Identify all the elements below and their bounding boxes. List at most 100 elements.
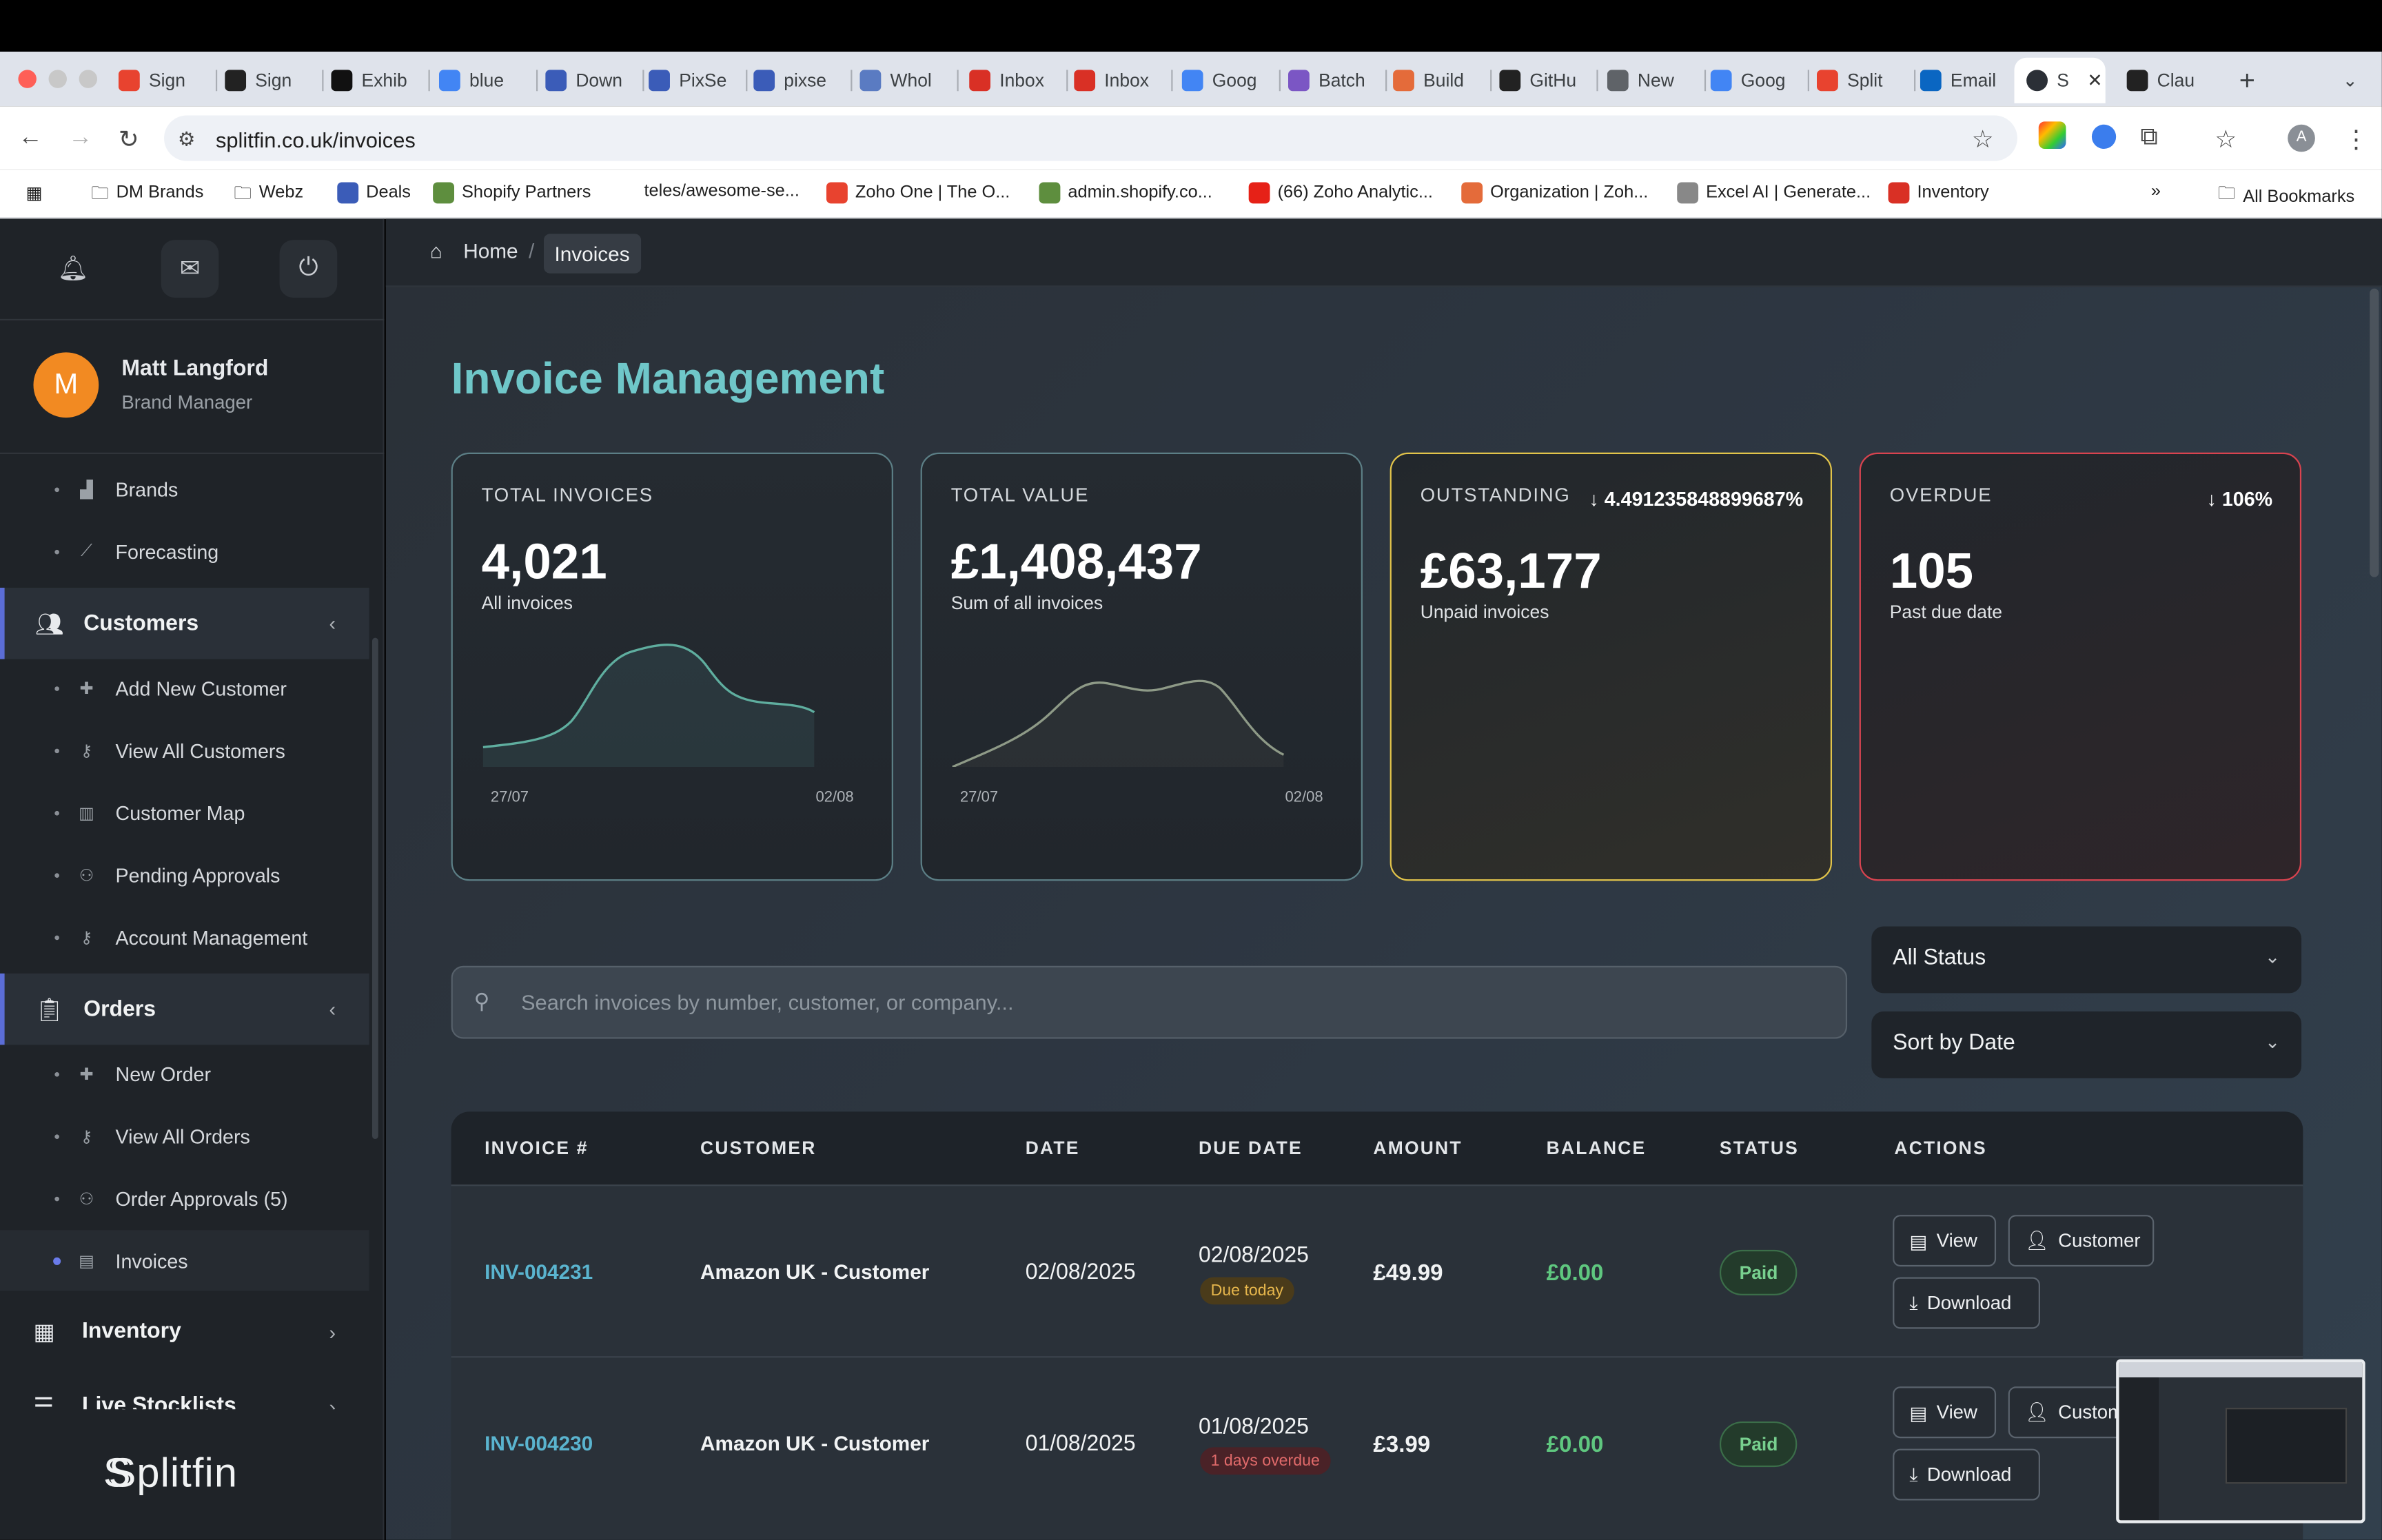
browser-tab[interactable]: Email: [1920, 61, 2005, 100]
browser-tab[interactable]: Exhib: [331, 61, 416, 100]
tab-favicon-icon: [1181, 70, 1203, 92]
sidebar-item-forecasting[interactable]: ⟋ Forecasting: [0, 521, 369, 582]
download-button[interactable]: ⤓ Download: [1893, 1277, 2040, 1329]
search-input[interactable]: ⚲ Search invoices by number, customer, o…: [451, 965, 1848, 1039]
maximize-window-icon[interactable]: [79, 70, 98, 88]
tab-active[interactable]: S ✕: [2014, 57, 2106, 103]
address-bar[interactable]: [164, 115, 2017, 161]
bell-icon[interactable]: 🔔︎: [44, 240, 102, 298]
bookmark-item[interactable]: 🗀 Webz: [234, 182, 303, 204]
splitfin-favicon-icon: [2026, 70, 2048, 92]
sidebar-item-new-order[interactable]: ✚ New Order: [0, 1043, 369, 1104]
view-button[interactable]: ▤ View: [1893, 1386, 1997, 1439]
sparkline-total-value: [952, 679, 1285, 768]
sidebar-item-customer-map[interactable]: ▥ Customer Map: [0, 782, 369, 843]
bookmark-item[interactable]: Zoho One | The O...: [826, 182, 1010, 204]
bookmark-item[interactable]: 🗀 DM Brands: [91, 182, 203, 204]
sidebar-section-inventory[interactable]: ▦ Inventory ›: [0, 1298, 369, 1365]
screenshot-thumbnail[interactable]: [2116, 1359, 2365, 1523]
browser-tab[interactable]: Sign: [118, 61, 203, 100]
minimize-window-icon[interactable]: [48, 70, 67, 88]
bookmarks-star-icon[interactable]: ☆: [2215, 125, 2237, 155]
customer-button[interactable]: 👤︎ Customer: [2008, 1215, 2155, 1267]
bookmark-item[interactable]: Deals: [337, 182, 411, 204]
browser-tab[interactable]: New: [1607, 61, 1692, 100]
bookmark-item[interactable]: Inventory: [1888, 182, 1989, 204]
card-value: £1,408,437: [950, 533, 1202, 590]
window-controls[interactable]: [18, 70, 98, 88]
sidebar-item-view-all-orders[interactable]: ⚷ View All Orders: [0, 1106, 369, 1167]
browser-tab[interactable]: Inbox: [969, 61, 1054, 100]
sidebar-section-live-stocklists[interactable]: ☰ Live Stocklists ›: [0, 1373, 369, 1409]
site-info-icon[interactable]: ⚙: [178, 127, 196, 152]
more-bookmarks-icon[interactable]: »: [2151, 182, 2161, 200]
breadcrumb-home[interactable]: Home: [463, 240, 518, 263]
new-tab-icon[interactable]: +: [2239, 61, 2255, 100]
column-header[interactable]: CUSTOMER: [700, 1138, 817, 1159]
browser-tab[interactable]: Build: [1393, 61, 1478, 100]
all-bookmarks[interactable]: 🗀 All Bookmarks: [2218, 182, 2354, 211]
sidebar-item-account-management[interactable]: ⚷ Account Management: [0, 907, 369, 967]
browser-tab[interactable]: GitHu: [1499, 61, 1584, 100]
menu-kebab-icon[interactable]: ⋮: [2344, 125, 2368, 155]
bookmark-star-icon[interactable]: ☆: [1972, 125, 1994, 155]
page-scrollbar[interactable]: [2370, 288, 2379, 577]
sidebar-item-brands[interactable]: ▟ Brands: [0, 459, 369, 520]
bookmark-item[interactable]: Organization | Zoh...: [1461, 182, 1648, 204]
sidebar-scrollbar[interactable]: [371, 637, 378, 1139]
bookmark-item[interactable]: teles/awesome-se...: [644, 182, 799, 200]
reload-icon[interactable]: ↻: [119, 125, 139, 155]
column-header[interactable]: DATE: [1026, 1138, 1080, 1159]
browser-tab[interactable]: Clau: [2126, 61, 2194, 100]
browser-tab[interactable]: Batch: [1287, 61, 1373, 100]
column-header[interactable]: INVOICE #: [485, 1138, 589, 1159]
column-header[interactable]: STATUS: [1720, 1138, 1799, 1159]
home-icon[interactable]: ⌂: [430, 240, 442, 263]
sidebar-item-order-approvals[interactable]: ⚇ Order Approvals (5): [0, 1168, 369, 1229]
column-header[interactable]: AMOUNT: [1373, 1138, 1462, 1159]
power-icon[interactable]: ⏻: [279, 240, 338, 298]
column-header[interactable]: DUE DATE: [1199, 1138, 1303, 1159]
forward-icon[interactable]: →: [68, 125, 92, 152]
bookmark-item[interactable]: (66) Zoho Analytic...: [1248, 182, 1433, 204]
tab-search-icon[interactable]: ⌄: [2343, 61, 2358, 100]
bookmark-item[interactable]: Shopify Partners: [433, 182, 591, 204]
sidebar-item-pending-approvals[interactable]: ⚇ Pending Approvals: [0, 844, 369, 905]
avatar[interactable]: M: [33, 352, 99, 418]
browser-tab[interactable]: PixSe: [649, 61, 733, 100]
sidebar-item-view-all-customers[interactable]: ⚷ View All Customers: [0, 720, 369, 781]
sidebar-item-add-new-customer[interactable]: ✚ Add New Customer: [0, 657, 369, 718]
extension-blue-icon[interactable]: [2091, 124, 2117, 149]
profile-avatar-icon[interactable]: A: [2288, 124, 2315, 152]
browser-tab[interactable]: Sign: [225, 61, 309, 100]
sidebar-section-customers[interactable]: 👥︎ Customers ‹: [0, 587, 369, 659]
extensions-puzzle-icon[interactable]: ⧉: [2140, 125, 2157, 152]
url-text[interactable]: splitfin.co.uk/invoices: [216, 127, 416, 152]
browser-tab[interactable]: Split: [1816, 61, 1902, 100]
splitfin-logo[interactable]: SSplitfin: [103, 1450, 238, 1497]
browser-tab[interactable]: pixse: [753, 61, 838, 100]
download-button[interactable]: ⤓ Download: [1893, 1448, 2040, 1501]
sidebar-item-invoices[interactable]: ▤ Invoices: [0, 1230, 369, 1291]
close-window-icon[interactable]: [18, 70, 37, 88]
invoice-number-link[interactable]: INV-004231: [485, 1260, 593, 1283]
close-tab-icon[interactable]: ✕: [2087, 70, 2102, 91]
apps-grid-icon[interactable]: ▦: [26, 182, 42, 203]
back-icon[interactable]: ←: [18, 125, 42, 152]
bookmark-item[interactable]: Excel AI | Generate...: [1677, 182, 1871, 204]
browser-tab[interactable]: Whol: [859, 61, 944, 100]
column-header[interactable]: BALANCE: [1547, 1138, 1647, 1159]
browser-tab[interactable]: Goog: [1181, 61, 1267, 100]
view-button[interactable]: ▤ View: [1893, 1215, 1997, 1267]
sort-select[interactable]: Sort by Date ⌄: [1871, 1011, 2302, 1078]
extension-color-icon[interactable]: [2038, 121, 2066, 149]
browser-tab[interactable]: Down: [545, 61, 630, 100]
browser-tab[interactable]: blue: [438, 61, 524, 100]
bookmark-item[interactable]: admin.shopify.co...: [1039, 182, 1212, 204]
mail-icon[interactable]: ✉: [161, 240, 219, 298]
status-select[interactable]: All Status ⌄: [1871, 926, 2302, 994]
browser-tab[interactable]: Inbox: [1074, 61, 1159, 100]
browser-tab[interactable]: Goog: [1710, 61, 1795, 100]
sidebar-section-orders[interactable]: 📋︎ Orders ‹: [0, 973, 369, 1045]
invoice-number-link[interactable]: INV-004230: [485, 1432, 593, 1455]
